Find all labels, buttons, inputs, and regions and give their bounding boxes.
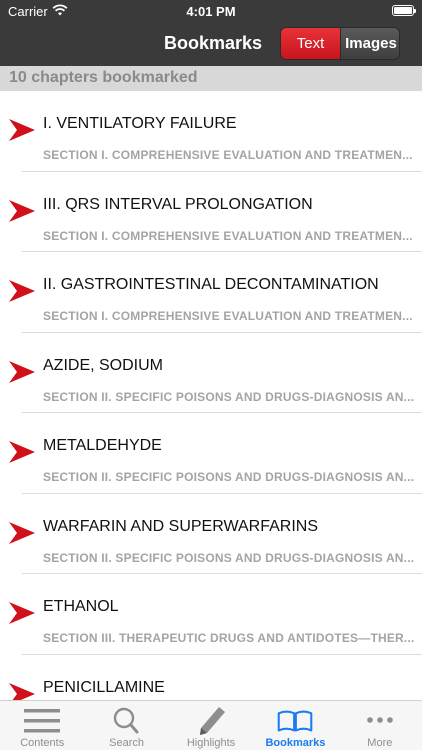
red-arrow-icon (9, 682, 35, 700)
more-icon (367, 717, 393, 723)
text-images-segmented-control: Text Images (280, 27, 400, 60)
page-title: Bookmarks (163, 33, 263, 53)
contents-icon (24, 709, 61, 733)
battery-icon (392, 5, 416, 16)
highlighter-icon (200, 707, 226, 735)
tab-label: Search (109, 737, 145, 749)
bookmark-section: SECTION II. SPECIFIC POISONS AND DRUGS-D… (43, 389, 415, 404)
status-bar: Carrier 4:01 PM (0, 0, 422, 22)
search-icon (113, 707, 139, 734)
bookmark-section: SECTION I. COMPREHENSIVE EVALUATION AND … (43, 228, 413, 243)
red-arrow-icon (9, 441, 35, 463)
tab-label: Contents (20, 737, 65, 749)
red-arrow-icon (9, 280, 35, 302)
bookmark-count-header: 10 chapters bookmarked (0, 66, 422, 91)
bookmark-title: WARFARIN AND SUPERWARFARINS (43, 517, 318, 535)
bookmark-row[interactable]: PENICILLAMINE (0, 655, 422, 700)
tab-contents[interactable]: Contents (0, 701, 84, 750)
tab-label: More (367, 737, 393, 749)
bookmarks-icon (278, 710, 313, 732)
bookmark-section: SECTION II. SPECIFIC POISONS AND DRUGS-D… (43, 470, 415, 484)
bookmark-title: AZIDE, SODIUM (43, 356, 164, 374)
status-time: 4:01 PM (186, 4, 236, 19)
bookmark-row[interactable]: I. VENTILATORY FAILURE SECTION I. COMPRE… (0, 91, 422, 172)
segment-images[interactable]: Images (340, 28, 399, 59)
bookmark-row[interactable]: WARFARIN AND SUPERWARFARINS SECTION II. … (0, 494, 422, 574)
bookmark-row[interactable]: AZIDE, SODIUM SECTION II. SPECIFIC POISO… (0, 333, 422, 413)
bookmark-title: ETHANOL (43, 598, 119, 615)
bookmark-section: SECTION I. COMPREHENSIVE EVALUATION AND … (43, 309, 413, 323)
tab-label: Highlights (186, 737, 236, 749)
bookmark-row[interactable]: METALDEHYDE SECTION II. SPECIFIC POISONS… (0, 413, 422, 494)
tab-bookmarks[interactable]: Bookmarks (253, 701, 337, 750)
tab-more[interactable]: More (338, 701, 422, 750)
red-arrow-icon (9, 602, 35, 624)
tab-highlights[interactable]: Highlights (169, 701, 253, 750)
bookmark-row[interactable]: ETHANOL SECTION III. THERAPEUTIC DRUGS A… (0, 574, 422, 655)
red-arrow-icon (9, 119, 35, 141)
red-arrow-icon (9, 521, 35, 544)
bookmark-title: PENICILLAMINE (43, 678, 165, 696)
tab-search[interactable]: Search (84, 701, 168, 750)
bookmark-row[interactable]: III. QRS INTERVAL PROLONGATION SECTION I… (0, 172, 422, 252)
bookmark-row[interactable]: II. GASTROINTESTINAL DECONTAMINATION SEC… (0, 252, 422, 333)
red-arrow-icon (9, 360, 35, 383)
tab-bar: Contents Search Highlights Bookmarks Mor… (0, 700, 422, 750)
segment-text[interactable]: Text (281, 28, 340, 59)
bookmark-section: SECTION II. SPECIFIC POISONS AND DRUGS-D… (43, 550, 415, 565)
bookmark-title: III. QRS INTERVAL PROLONGATION (43, 195, 313, 213)
navigation-bar: Bookmarks Text Images (0, 22, 422, 66)
tab-label: Bookmarks (265, 737, 326, 749)
red-arrow-icon (9, 199, 35, 222)
bookmark-list[interactable]: I. VENTILATORY FAILURE SECTION I. COMPRE… (0, 91, 422, 700)
bookmark-title: METALDEHYDE (43, 437, 162, 454)
bookmark-title: II. GASTROINTESTINAL DECONTAMINATION (43, 276, 379, 293)
bookmark-section: SECTION III. THERAPEUTIC DRUGS AND ANTID… (43, 631, 415, 645)
bookmark-section: SECTION I. COMPREHENSIVE EVALUATION AND … (43, 148, 413, 162)
bookmark-title: I. VENTILATORY FAILURE (43, 115, 237, 132)
